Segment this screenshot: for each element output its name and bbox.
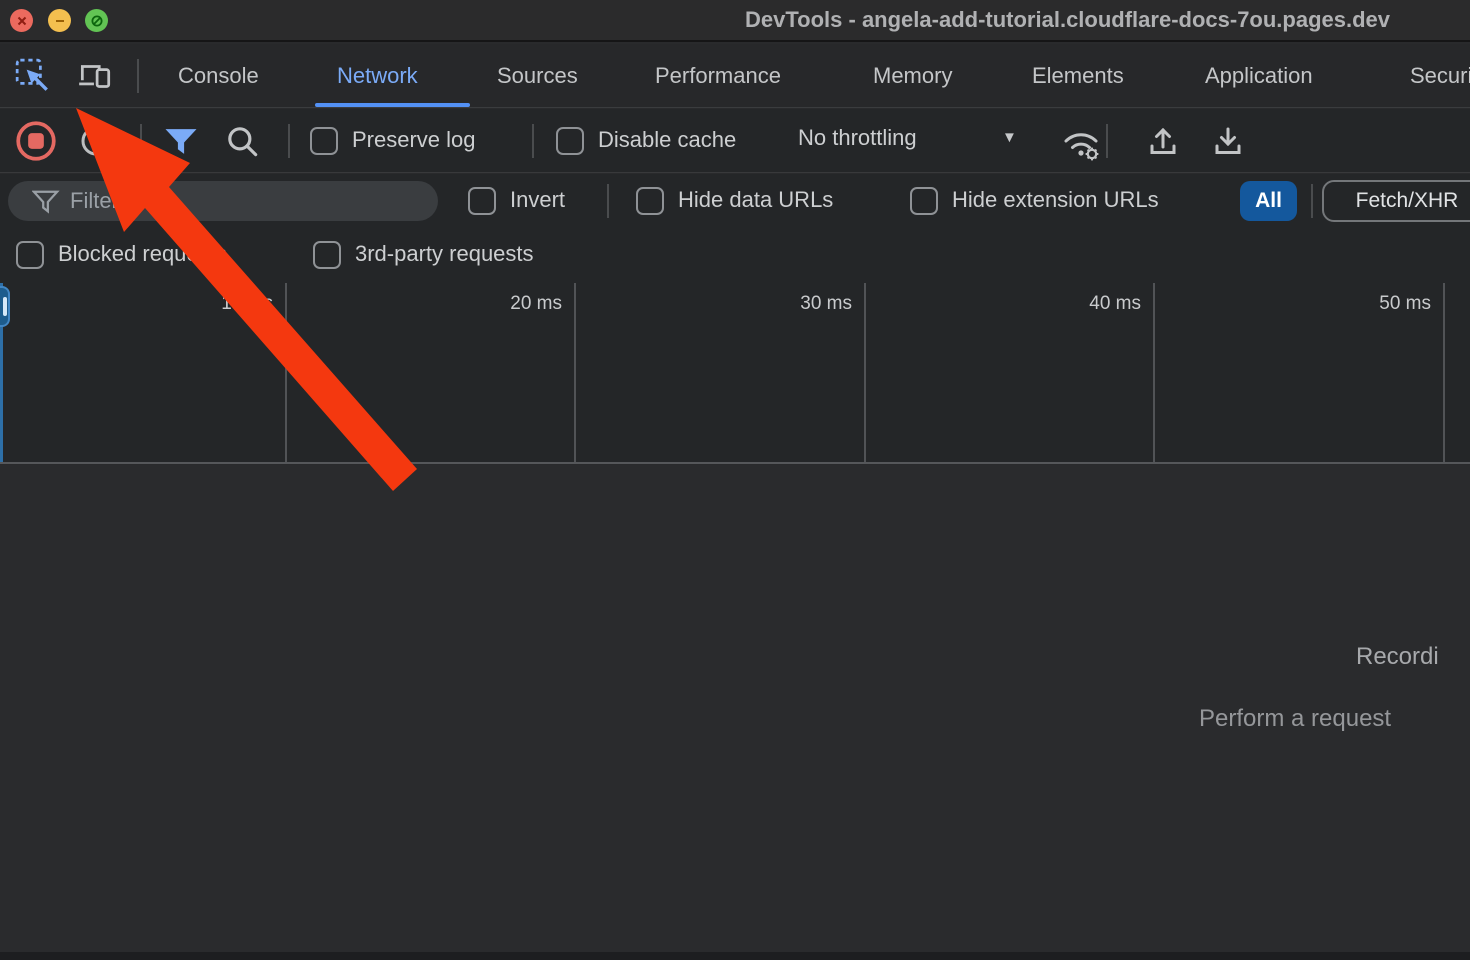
window-bottom-edge <box>0 952 1470 960</box>
toolbar-separator <box>288 124 290 158</box>
timeline-label-50ms: 50 ms <box>1333 293 1431 315</box>
timeline-gridline <box>864 283 866 462</box>
minimize-button[interactable] <box>48 9 71 32</box>
clear-network-log-button[interactable] <box>78 123 114 164</box>
window-title: DevTools - angela-add-tutorial.cloudflar… <box>745 7 1390 33</box>
active-tab-underline <box>315 103 470 107</box>
preserve-log-checkbox[interactable] <box>310 127 338 155</box>
blocked-requests-label: Blocked requests <box>58 241 227 267</box>
timeline-label-40ms: 40 ms <box>1043 293 1141 315</box>
stop-record-icon <box>13 118 59 164</box>
filter-separator <box>1311 184 1313 218</box>
zoom-button[interactable] <box>85 9 108 32</box>
hide-data-urls-checkbox[interactable] <box>636 187 664 215</box>
export-har-button[interactable] <box>1210 123 1246 164</box>
disable-cache-label: Disable cache <box>598 127 736 153</box>
timeline-label-10ms: 10 ms <box>175 293 273 315</box>
throttling-dropdown[interactable]: No throttling <box>798 125 917 151</box>
filter-all-button[interactable]: All <box>1240 181 1297 221</box>
preserve-log-label: Preserve log <box>352 127 476 153</box>
tab-elements[interactable]: Elements <box>1032 44 1124 107</box>
tab-security[interactable]: Security <box>1410 44 1470 107</box>
timeline-label-30ms: 30 ms <box>754 293 852 315</box>
toolbar-separator <box>140 124 142 158</box>
invert-label: Invert <box>510 187 565 213</box>
clear-icon <box>78 123 114 159</box>
inspect-cursor-icon <box>14 57 52 95</box>
hide-extension-urls-checkbox[interactable] <box>910 187 938 215</box>
hide-data-urls-label: Hide data URLs <box>678 187 833 213</box>
empty-state-recording-text: Recordi <box>1356 643 1439 671</box>
network-filter-bar: Invert Hide data URLs Hide extension URL… <box>0 174 1470 228</box>
tab-application[interactable]: Application <box>1205 44 1313 107</box>
network-overview-timeline[interactable]: 10 ms 20 ms 30 ms 40 ms 50 ms <box>0 283 1470 464</box>
toolbar-separator <box>532 124 534 158</box>
tab-network[interactable]: Network <box>337 44 418 107</box>
search-icon <box>224 123 262 161</box>
network-conditions-button[interactable] <box>1058 122 1104 167</box>
overview-left-grip-handle[interactable] <box>0 286 10 327</box>
tab-sources[interactable]: Sources <box>497 44 578 107</box>
timeline-gridline <box>574 283 576 462</box>
tabbar-separator <box>137 59 139 93</box>
chevron-down-icon[interactable]: ▼ <box>1002 129 1017 146</box>
filter-separator <box>607 184 609 218</box>
import-har-button[interactable] <box>1145 123 1181 164</box>
device-toolbar-button[interactable] <box>76 57 114 95</box>
tab-console[interactable]: Console <box>178 44 259 107</box>
toolbar-separator <box>1106 124 1108 158</box>
blocked-requests-checkbox[interactable] <box>16 241 44 269</box>
timeline-gridline <box>285 283 287 462</box>
zoom-disabled-icon <box>90 14 104 28</box>
tab-performance[interactable]: Performance <box>655 44 781 107</box>
filter-toggle-button[interactable] <box>163 126 199 162</box>
hide-extension-urls-label: Hide extension URLs <box>952 187 1159 213</box>
empty-state-hint-text: Perform a request <box>1199 705 1391 733</box>
funnel-outline-icon <box>32 189 60 215</box>
devtools-window: DevTools - angela-add-tutorial.cloudflar… <box>0 0 1470 960</box>
timeline-gridline <box>1443 283 1445 462</box>
filter-input[interactable] <box>70 184 420 218</box>
filter-input-pill[interactable] <box>8 181 438 221</box>
filter-fetch-xhr-button[interactable]: Fetch/XHR <box>1322 180 1470 222</box>
wifi-gear-icon <box>1058 122 1104 162</box>
upload-icon <box>1145 123 1181 159</box>
search-button[interactable] <box>224 123 262 166</box>
network-toolbar: Preserve log Disable cache No throttling… <box>0 109 1470 173</box>
third-party-requests-checkbox[interactable] <box>313 241 341 269</box>
minimize-icon <box>53 14 67 28</box>
tab-memory[interactable]: Memory <box>873 44 952 107</box>
network-options-bar: Blocked requests 3rd-party requests <box>0 228 1470 283</box>
title-bar: DevTools - angela-add-tutorial.cloudflar… <box>0 0 1470 42</box>
third-party-requests-label: 3rd-party requests <box>355 241 534 267</box>
timeline-label-20ms: 20 ms <box>464 293 562 315</box>
disable-cache-checkbox[interactable] <box>556 127 584 155</box>
download-icon <box>1210 123 1246 159</box>
device-toolbar-icon <box>76 57 114 95</box>
close-button[interactable] <box>10 9 33 32</box>
inspect-element-button[interactable] <box>14 57 52 95</box>
invert-checkbox[interactable] <box>468 187 496 215</box>
network-request-panel: Recordi Perform a request <box>0 465 1470 952</box>
record-network-log-button[interactable] <box>13 118 59 169</box>
grip-bar <box>3 297 7 316</box>
funnel-icon <box>163 126 199 157</box>
devtools-tab-bar: Console Network Sources Performance Memo… <box>0 44 1470 108</box>
timeline-gridline <box>1153 283 1155 462</box>
close-icon <box>15 14 29 28</box>
